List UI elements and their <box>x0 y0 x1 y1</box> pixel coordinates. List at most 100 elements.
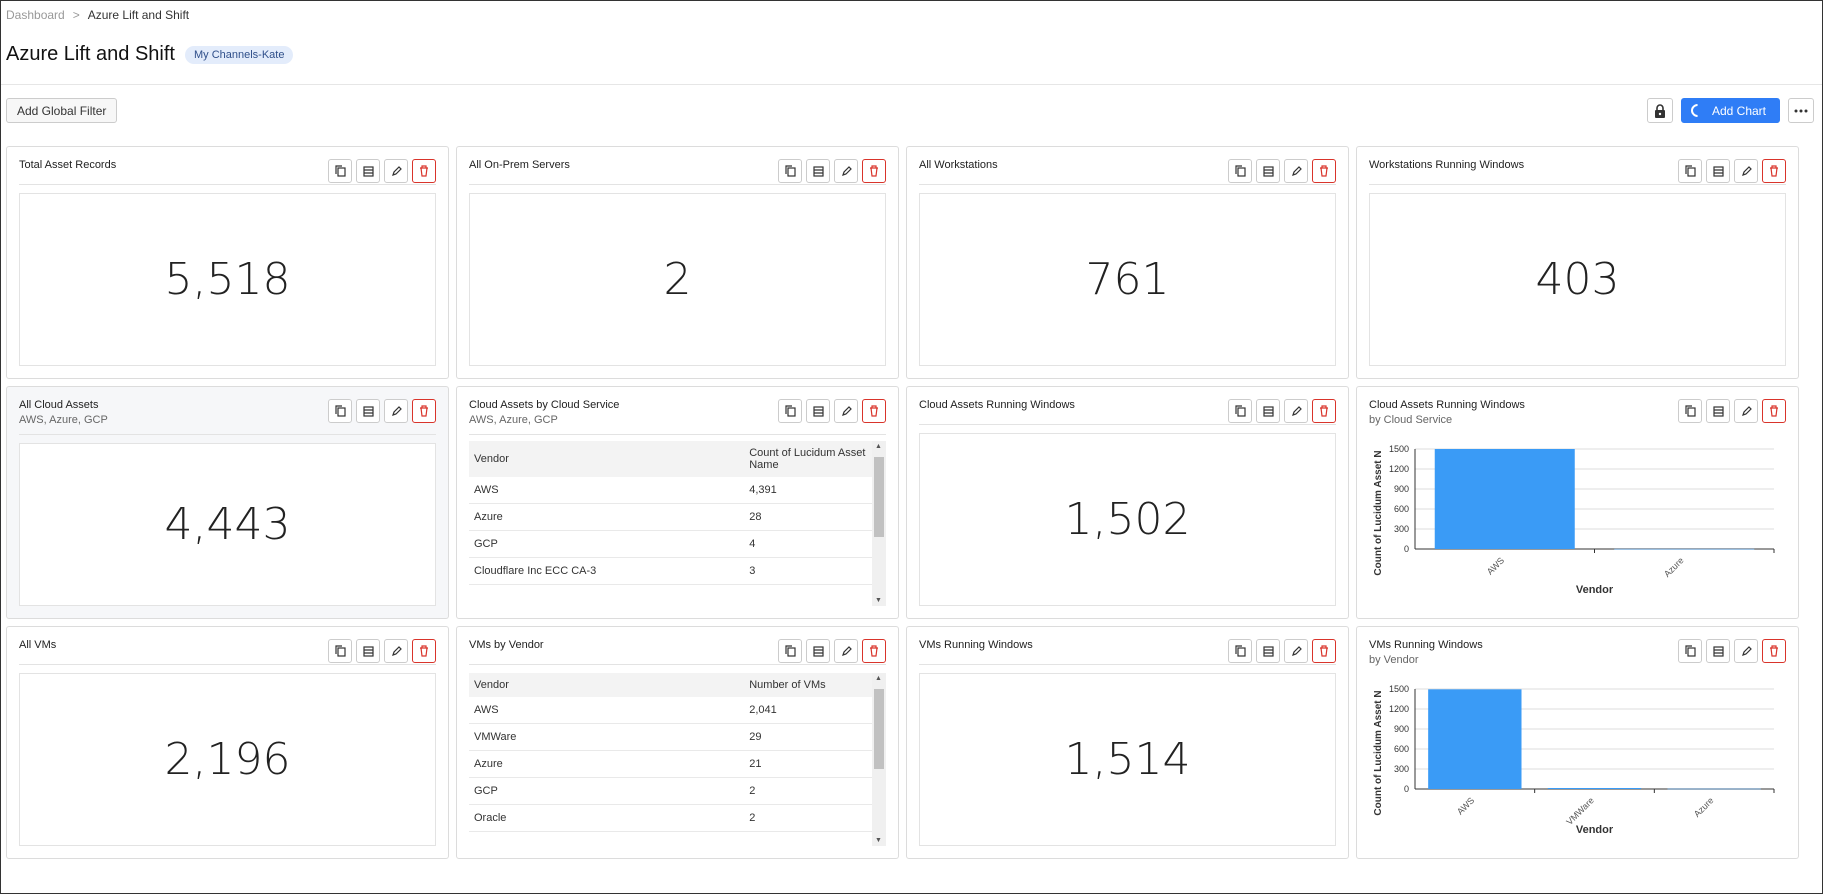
table-cell: 21 <box>744 750 886 778</box>
copy-button[interactable] <box>1228 159 1252 183</box>
view-data-button[interactable] <box>1256 639 1280 663</box>
delete-button[interactable] <box>412 399 436 423</box>
edit-button[interactable] <box>384 639 408 663</box>
edit-button[interactable] <box>834 399 858 423</box>
table-scrollbar[interactable]: ▲ ▼ <box>872 441 886 606</box>
copy-button[interactable] <box>1228 399 1252 423</box>
breadcrumb-current: Azure Lift and Shift <box>87 8 190 22</box>
scroll-down-icon[interactable]: ▼ <box>875 837 882 844</box>
breadcrumb-root-link[interactable]: Dashboard <box>6 8 65 22</box>
card-actions <box>778 399 886 423</box>
delete-button[interactable] <box>1762 639 1786 663</box>
copy-button[interactable] <box>1228 639 1252 663</box>
delete-button[interactable] <box>1312 639 1336 663</box>
view-data-button[interactable] <box>356 159 380 183</box>
view-data-button[interactable] <box>1256 399 1280 423</box>
edit-button[interactable] <box>1734 399 1758 423</box>
scrollbar-thumb[interactable] <box>874 457 884 537</box>
delete-button[interactable] <box>1762 159 1786 183</box>
trash-icon <box>419 405 429 417</box>
edit-button[interactable] <box>834 639 858 663</box>
delete-button[interactable] <box>412 639 436 663</box>
delete-button[interactable] <box>862 159 886 183</box>
table-cell: 2 <box>744 804 886 832</box>
view-data-button[interactable] <box>356 399 380 423</box>
trash-icon <box>1319 165 1329 177</box>
view-data-button[interactable] <box>806 639 830 663</box>
delete-button[interactable] <box>862 639 886 663</box>
more-options-button[interactable] <box>1788 98 1814 123</box>
page-title: Azure Lift and Shift <box>6 43 175 65</box>
view-data-button[interactable] <box>1706 399 1730 423</box>
title-row: Azure Lift and Shift My Channels-Kate <box>6 43 294 66</box>
trash-icon <box>869 645 879 657</box>
trash-icon <box>1319 405 1329 417</box>
view-data-button[interactable] <box>806 399 830 423</box>
copy-button[interactable] <box>778 399 802 423</box>
add-global-filter-button[interactable]: Add Global Filter <box>6 98 118 123</box>
copy-button[interactable] <box>1678 639 1702 663</box>
scroll-down-icon[interactable]: ▼ <box>875 597 882 604</box>
card-actions <box>1228 639 1336 663</box>
delete-button[interactable] <box>412 159 436 183</box>
bar-chart-container: 0 300 600 900 1200 1500 AWS Azure Vendor Count of… <box>1369 437 1786 608</box>
delete-button[interactable] <box>1312 399 1336 423</box>
view-data-button[interactable] <box>1706 639 1730 663</box>
card-actions <box>1228 159 1336 183</box>
trash-icon <box>1769 165 1779 177</box>
edit-button[interactable] <box>1284 399 1308 423</box>
view-data-button[interactable] <box>806 159 830 183</box>
metric-box: 5,518 <box>19 193 436 366</box>
more-icon <box>1794 109 1808 112</box>
column-header[interactable]: Number of VMs <box>744 673 886 697</box>
table-cell: 2,041 <box>744 697 886 724</box>
delete-button[interactable] <box>862 399 886 423</box>
edit-button[interactable] <box>1734 159 1758 183</box>
edit-button[interactable] <box>834 159 858 183</box>
copy-button[interactable] <box>328 159 352 183</box>
column-header[interactable]: Count of Lucidum Asset Name <box>744 441 886 477</box>
table-icon <box>1262 165 1274 177</box>
scroll-up-icon[interactable]: ▲ <box>875 675 882 682</box>
y-tick-label: 300 <box>1394 764 1409 774</box>
copy-icon <box>784 405 796 417</box>
table-row: GCP 4 <box>469 530 886 558</box>
y-tick-label: 1200 <box>1389 704 1409 714</box>
metric-value: 2,196 <box>164 734 291 785</box>
y-tick-label: 900 <box>1394 484 1409 494</box>
y-tick-label: 1500 <box>1389 444 1409 454</box>
scrollbar-thumb[interactable] <box>874 689 884 769</box>
table-row: Azure 28 <box>469 503 886 531</box>
copy-button[interactable] <box>778 159 802 183</box>
bar <box>1428 689 1522 789</box>
view-data-button[interactable] <box>1256 159 1280 183</box>
lock-button[interactable] <box>1646 98 1673 123</box>
scroll-up-icon[interactable]: ▲ <box>875 443 882 450</box>
copy-button[interactable] <box>328 399 352 423</box>
copy-icon <box>1684 405 1696 417</box>
channel-badge[interactable]: My Channels-Kate <box>184 45 294 64</box>
toolbar-right: Add Chart <box>1646 98 1814 123</box>
view-data-button[interactable] <box>1706 159 1730 183</box>
add-chart-label: Add Chart <box>1711 103 1766 118</box>
card-header: All Cloud Assets AWS, Azure, GCP <box>19 387 436 435</box>
copy-button[interactable] <box>778 639 802 663</box>
table-scrollbar[interactable]: ▲ ▼ <box>872 673 886 846</box>
column-header[interactable]: Vendor <box>469 673 745 697</box>
edit-button[interactable] <box>384 159 408 183</box>
copy-button[interactable] <box>328 639 352 663</box>
add-chart-button[interactable]: Add Chart <box>1680 98 1780 123</box>
edit-button[interactable] <box>1734 639 1758 663</box>
copy-button[interactable] <box>1678 399 1702 423</box>
copy-button[interactable] <box>1678 159 1702 183</box>
edit-button[interactable] <box>1284 639 1308 663</box>
pencil-icon <box>1291 405 1302 417</box>
edit-button[interactable] <box>384 399 408 423</box>
delete-button[interactable] <box>1312 159 1336 183</box>
pencil-icon <box>391 405 402 417</box>
pencil-icon <box>1291 165 1302 177</box>
view-data-button[interactable] <box>356 639 380 663</box>
column-header[interactable]: Vendor <box>469 441 745 477</box>
delete-button[interactable] <box>1762 399 1786 423</box>
edit-button[interactable] <box>1284 159 1308 183</box>
